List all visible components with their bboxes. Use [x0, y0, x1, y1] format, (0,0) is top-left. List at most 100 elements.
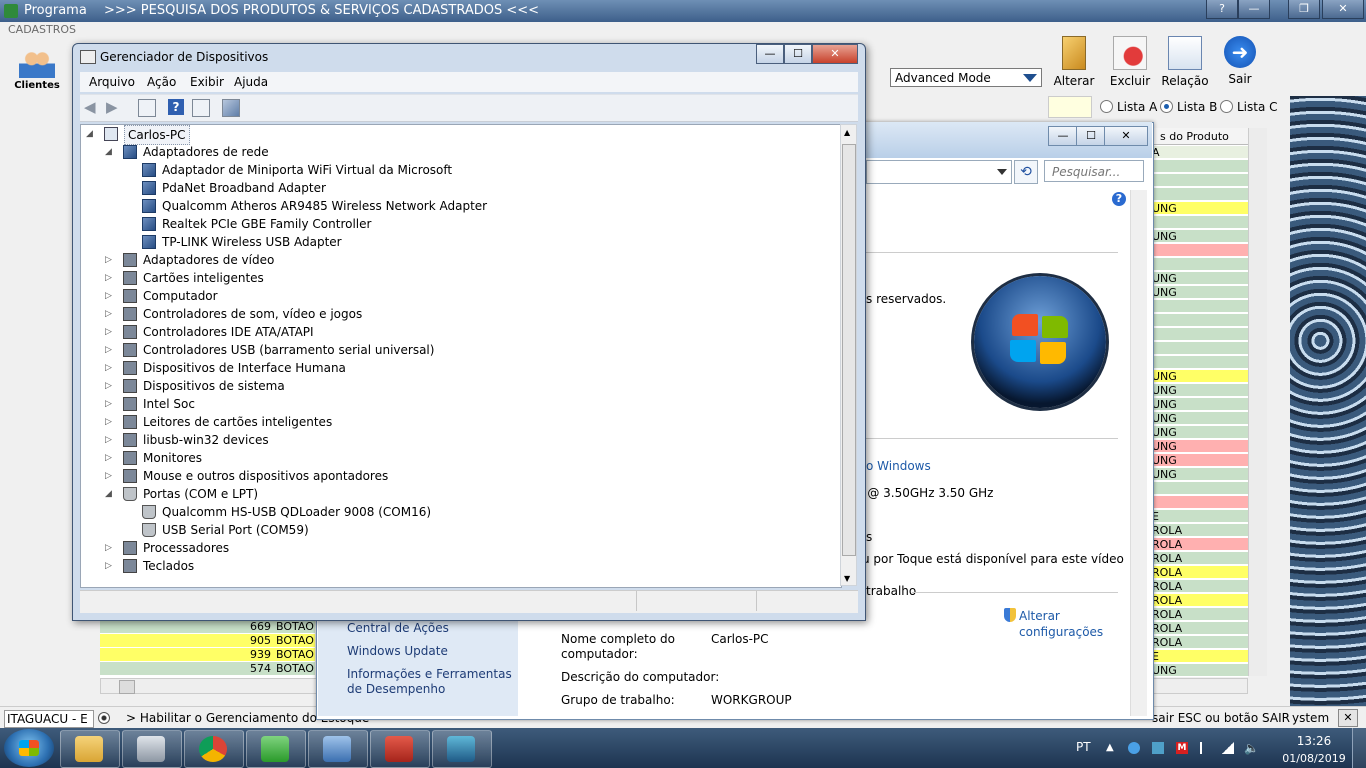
forward-arrow-icon[interactable]: ▶	[106, 99, 122, 115]
properties-icon[interactable]	[138, 99, 156, 117]
product-list-row[interactable]: ROLA	[1150, 622, 1248, 635]
close-button[interactable]: ✕	[812, 44, 858, 64]
expand-arrow-icon[interactable]: ▷	[105, 323, 115, 341]
system-scrollbar[interactable]	[1130, 190, 1147, 716]
product-list-row[interactable]	[1150, 174, 1248, 187]
product-list-row[interactable]	[1150, 244, 1248, 257]
product-list-row[interactable]	[1150, 258, 1248, 271]
product-list-row[interactable]: UNG	[1150, 272, 1248, 285]
minimize-button[interactable]: —	[756, 44, 784, 64]
product-list-row[interactable]	[1150, 356, 1248, 369]
radio-lista-c[interactable]: Lista C	[1220, 100, 1278, 114]
product-list-row[interactable]	[1150, 160, 1248, 173]
language-indicator[interactable]: PT	[1076, 740, 1091, 754]
product-list-row[interactable]: ROLA	[1150, 566, 1248, 579]
product-list-row[interactable]: ROLA	[1150, 538, 1248, 551]
taskbar-app-button[interactable]	[122, 730, 182, 768]
product-list-row[interactable]: UNG	[1150, 230, 1248, 243]
taskbar-app-button[interactable]	[246, 730, 306, 768]
product-list-row[interactable]: UNG	[1150, 426, 1248, 439]
speaker-icon[interactable]: 🔈	[1244, 742, 1259, 754]
expand-arrow-icon[interactable]: ▷	[105, 305, 115, 323]
product-list-row[interactable]: A	[1150, 146, 1248, 159]
cloud-icon[interactable]	[1128, 742, 1140, 754]
expand-arrow-icon[interactable]: ▷	[105, 449, 115, 467]
expand-arrow-icon[interactable]: ▷	[105, 413, 115, 431]
product-list-row[interactable]: UNG	[1150, 454, 1248, 467]
minimize-button[interactable]: —	[1238, 0, 1270, 19]
product-list-row[interactable]: UNG	[1150, 202, 1248, 215]
expand-arrow-icon[interactable]: ▷	[105, 377, 115, 395]
product-list-row[interactable]: ROLA	[1150, 594, 1248, 607]
taskbar-app-button[interactable]	[370, 730, 430, 768]
product-list-row[interactable]: E	[1150, 510, 1248, 523]
taskbar-app-button[interactable]	[432, 730, 492, 768]
scroll-thumb[interactable]	[842, 144, 856, 556]
link-informacoes-ferramentas[interactable]: Informações e Ferramentas de Desempenho	[347, 667, 512, 697]
product-list-row[interactable]: UNG	[1150, 664, 1248, 677]
restore-button[interactable]: ❐	[1288, 0, 1320, 19]
expand-arrow-icon[interactable]: ▷	[105, 359, 115, 377]
back-arrow-icon[interactable]: ◀	[84, 99, 100, 115]
show-hidden-icons-icon[interactable]: ▲	[1106, 742, 1118, 754]
view-icon[interactable]	[192, 99, 210, 117]
maximize-button[interactable]: ☐	[784, 44, 812, 64]
product-list-row[interactable]: ROLA	[1150, 524, 1248, 537]
close-button[interactable]: ✕	[1322, 0, 1364, 19]
collapse-arrow-icon[interactable]: ◢	[86, 125, 96, 143]
expand-arrow-icon[interactable]: ▷	[105, 557, 115, 575]
taskbar-app-button[interactable]	[308, 730, 368, 768]
product-list-row[interactable]: UNG	[1150, 286, 1248, 299]
sair-button[interactable]: ➜ Sair	[1212, 36, 1268, 92]
taskbar-app-button[interactable]	[184, 730, 244, 768]
product-list-row[interactable]	[1150, 496, 1248, 509]
address-bar[interactable]	[866, 160, 1012, 184]
scroll-down-icon[interactable]: ▼	[844, 574, 850, 583]
table-row[interactable]: 574 BOTAO	[100, 662, 315, 676]
maximize-button[interactable]: ☐	[1076, 126, 1106, 146]
product-list-row[interactable]: E	[1150, 650, 1248, 663]
product-list-row[interactable]	[1150, 342, 1248, 355]
product-list-row[interactable]	[1150, 188, 1248, 201]
windows-link[interactable]: o Windows	[866, 459, 931, 473]
radio-icon[interactable]	[98, 712, 110, 724]
product-list-header[interactable]: s do Produto	[1150, 128, 1248, 145]
product-list-row[interactable]: ROLA	[1150, 580, 1248, 593]
search-code-input[interactable]	[1048, 96, 1092, 118]
taskbar-app-button[interactable]	[60, 730, 120, 768]
expand-arrow-icon[interactable]: ▷	[105, 467, 115, 485]
clients-button[interactable]: Clientes	[8, 46, 66, 102]
menu-cadastros[interactable]: CADASTROS	[8, 23, 78, 39]
scan-hardware-icon[interactable]	[222, 99, 240, 117]
menu-ajuda[interactable]: Ajuda	[234, 75, 268, 89]
menu-exibir[interactable]: Exibir	[190, 75, 224, 89]
expand-arrow-icon[interactable]: ▷	[105, 395, 115, 413]
help-button[interactable]: ?	[1206, 0, 1238, 19]
close-icon[interactable]: ✕	[1338, 709, 1358, 727]
product-list-row[interactable]	[1150, 328, 1248, 341]
change-settings-link[interactable]: Alterar configurações	[1019, 608, 1109, 640]
link-central-acoes[interactable]: Central de Ações	[347, 621, 449, 635]
product-list-row[interactable]: UNG	[1150, 370, 1248, 383]
network-tool-icon[interactable]	[1152, 742, 1164, 754]
product-list-row[interactable]: UNG	[1150, 398, 1248, 411]
scroll-up-icon[interactable]: ▲	[844, 128, 850, 137]
product-list-scrollbar[interactable]	[1248, 128, 1267, 676]
start-button[interactable]	[4, 729, 54, 767]
product-list-row[interactable]: ROLA	[1150, 636, 1248, 649]
product-list-row[interactable]: UNG	[1150, 440, 1248, 453]
search-input[interactable]: Pesquisar...	[1044, 160, 1144, 182]
relacao-button[interactable]: Relação	[1157, 36, 1213, 92]
table-row[interactable]: 939 BOTAO	[100, 648, 315, 662]
expand-arrow-icon[interactable]: ▷	[105, 431, 115, 449]
link-windows-update[interactable]: Windows Update	[347, 644, 448, 658]
collapse-arrow-icon[interactable]: ◢	[105, 485, 115, 503]
show-desktop-button[interactable]	[1352, 728, 1366, 768]
excluir-button[interactable]: Excluir	[1102, 36, 1158, 92]
expand-arrow-icon[interactable]: ▷	[105, 539, 115, 557]
product-list-row[interactable]	[1150, 314, 1248, 327]
expand-arrow-icon[interactable]: ▷	[105, 269, 115, 287]
menu-arquivo[interactable]: Arquivo	[89, 75, 135, 89]
close-button[interactable]: ✕	[1104, 126, 1148, 146]
clock-date[interactable]: 01/08/2019	[1280, 752, 1348, 765]
